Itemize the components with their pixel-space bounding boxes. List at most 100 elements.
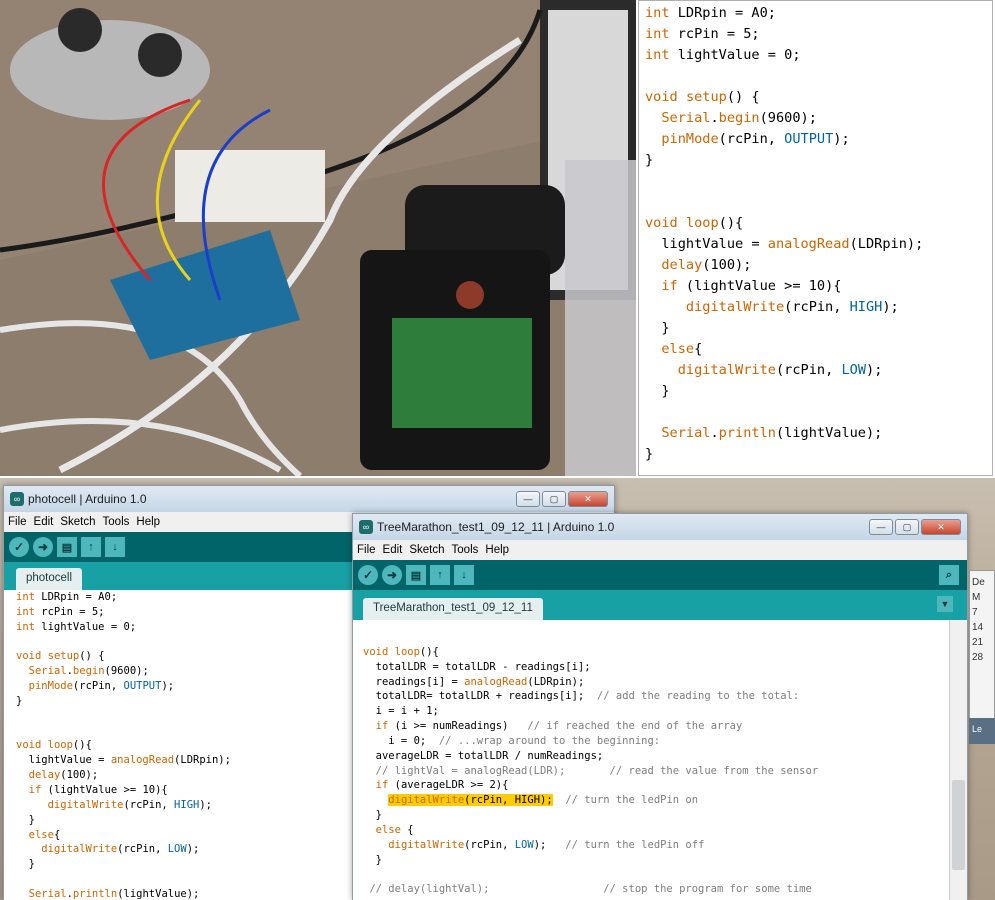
code-token: if [375,779,389,792]
code-token: (rcPin, [784,299,850,315]
close-button[interactable]: ✕ [921,519,961,535]
upload-button[interactable]: ➜ [382,565,402,585]
code-token: loop [685,215,719,231]
menu-tools[interactable]: Tools [103,516,130,528]
window-titlebar[interactable]: ∞ TreeMarathon_test1_09_12_11 | Arduino … [353,514,967,540]
menu-edit[interactable]: Edit [383,544,403,556]
serial-monitor-button[interactable]: ⌕ [939,565,959,585]
code-token: (rcPin, [72,680,124,693]
code-token: digitalWrite [47,798,124,811]
code-token: (9600); [104,665,149,678]
minimize-button[interactable]: — [869,519,893,535]
maximize-button[interactable]: ▢ [895,519,919,535]
verify-button[interactable]: ✓ [358,565,378,585]
code-token: ); [161,680,175,693]
code-editor[interactable]: ​void loop(){ totalLDR = totalLDR - read… [353,620,949,900]
code-line: Serial.println(lightValue); [645,423,986,444]
code-token: (LDRpin); [849,236,924,252]
code-line: delay(100); [645,255,986,276]
code-token: HIGH [174,798,200,811]
code-line: averageLDR = totalLDR / numReadings; [363,749,939,764]
arduino-window-treemarathon[interactable]: ∞ TreeMarathon_test1_09_12_11 | Arduino … [352,513,968,900]
code-token: (rcPin, HIGH); [464,794,553,807]
scrollbar-thumb[interactable] [952,780,965,870]
code-line: ​ [645,66,986,87]
code-token: () { [79,650,105,663]
arduino-app-icon: ∞ [359,520,373,534]
open-sketch-button[interactable]: ↑ [430,565,450,585]
code-token: if [28,783,42,796]
code-line: totalLDR= totalLDR + readings[i]; // add… [363,689,939,704]
menu-sketch[interactable]: Sketch [60,516,95,528]
code-token: } [645,446,654,462]
code-line: ​ [363,630,939,645]
calendar-gadget: De M 7 14 21 28 [969,570,995,740]
code-token: ); [533,838,566,851]
code-token: . [710,110,719,126]
code-line: i = 0; // ...wrap around to the beginnin… [363,734,939,749]
code-token: void [645,215,678,231]
code-token: LDRpin = A0; [34,591,118,603]
code-token: Serial [28,665,67,678]
save-sketch-button[interactable]: ↓ [454,565,474,585]
code-token: (rcPin, [123,798,175,811]
verify-button[interactable]: ✓ [9,537,29,557]
menu-file[interactable]: File [8,516,27,528]
tab-treemarathon[interactable]: TreeMarathon_test1_09_12_11 [363,598,543,620]
window-titlebar[interactable]: ∞ photocell | Arduino 1.0 — ▢ ✕ [4,486,614,512]
code-token: Serial [661,110,711,126]
code-token: digitalWrite [41,843,118,856]
code-token: (averageLDR >= 2){ [388,779,509,792]
code-token: { [53,828,61,841]
code-token: OUTPUT [123,680,162,693]
code-line: ​ [363,868,939,883]
code-line: digitalWrite(rcPin, HIGH); [645,297,986,318]
menu-help[interactable]: Help [136,516,160,528]
menu-sketch[interactable]: Sketch [409,544,444,556]
toolbar: ✓ ➜ ▤ ↑ ↓ ⌕ [353,560,967,590]
code-token: delay [28,769,61,782]
save-sketch-button[interactable]: ↓ [105,537,125,557]
editor-scrollbar[interactable] [949,620,967,900]
code-token: int [645,26,670,42]
minimize-button[interactable]: — [516,491,540,507]
close-button[interactable]: ✕ [568,491,608,507]
open-sketch-button[interactable]: ↑ [81,537,101,557]
code-line: void loop(){ [645,213,986,234]
menu-file[interactable]: File [357,544,376,556]
new-sketch-button[interactable]: ▤ [406,565,426,585]
code-token: // turn the ledPin off [565,838,705,851]
upload-button[interactable]: ➜ [33,537,53,557]
calendar-header: De [972,577,985,588]
tab-menu-chevron-icon[interactable]: ▼ [937,596,953,612]
menu-edit[interactable]: Edit [34,516,54,528]
menu-tools[interactable]: Tools [452,544,479,556]
code-line: else{ [645,339,986,360]
taskbar-item[interactable]: Le [969,718,995,744]
maximize-button[interactable]: ▢ [542,491,566,507]
code-line: ​ [645,171,986,192]
code-token: (lightValue >= 10){ [677,278,842,294]
code-token: void [16,739,42,752]
code-token: totalLDR = totalLDR - readings[i]; [363,660,591,673]
code-line: } [363,853,939,868]
code-token: lightValue = [16,754,111,767]
new-sketch-button[interactable]: ▤ [57,537,77,557]
code-token: averageLDR = totalLDR / numReadings; [363,749,604,762]
code-token: } [645,152,654,168]
code-token: } [16,858,35,871]
calendar-day: 28 [972,652,984,663]
code-line: if (lightValue >= 10){ [645,276,986,297]
code-token: (LDRpin); [174,754,231,767]
tab-photocell[interactable]: photocell [16,568,83,590]
menu-help[interactable]: Help [485,544,509,556]
